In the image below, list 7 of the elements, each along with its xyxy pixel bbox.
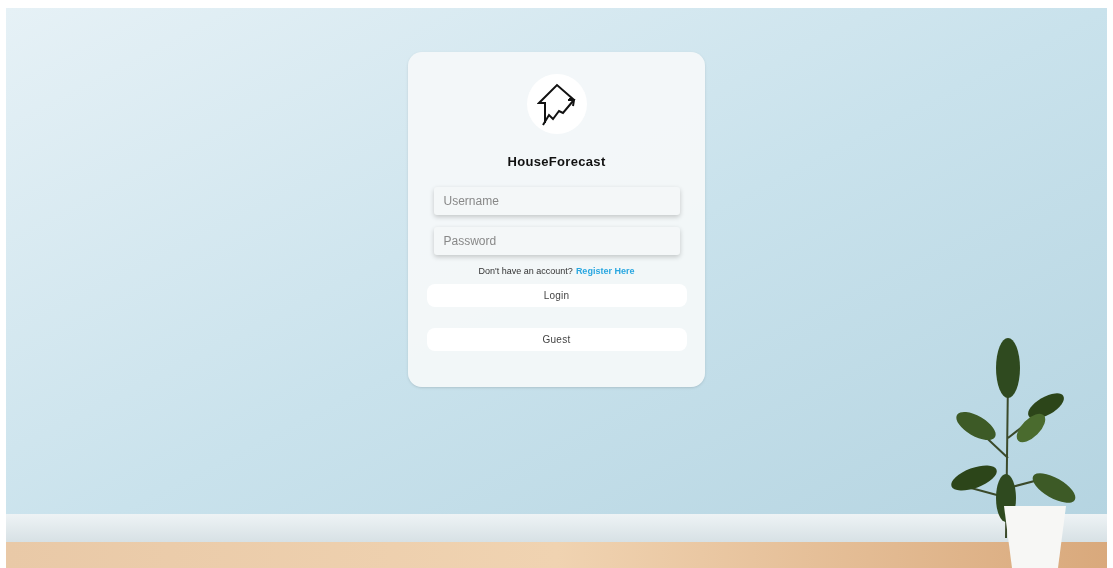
login-button[interactable]: Login [426,284,687,307]
password-field[interactable]: Password [433,226,680,255]
username-field[interactable]: Username [433,186,680,215]
register-prompt: Don't have an account? [478,264,573,278]
guest-button[interactable]: Guest [426,328,687,351]
house-chart-icon [536,81,577,127]
app-title: HouseForecast [507,153,606,171]
